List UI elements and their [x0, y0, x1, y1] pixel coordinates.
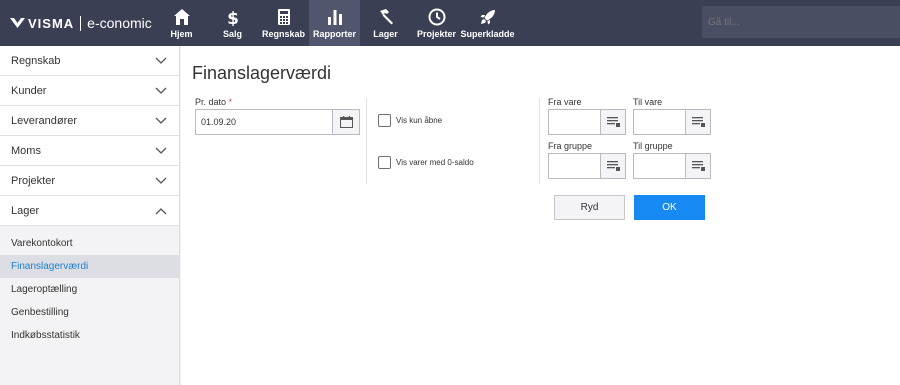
nav-label: Salg: [222, 29, 242, 39]
nav-label: Superkladde: [460, 29, 515, 39]
fra-gruppe-input[interactable]: [549, 154, 600, 178]
checkbox-label: Vis kun åbne: [396, 116, 443, 125]
til-vare-input[interactable]: [634, 110, 685, 134]
required-marker: *: [228, 97, 233, 107]
sidebar-item-finanslagervaerdi[interactable]: Finanslagerværdi: [0, 255, 179, 278]
hammer-icon: [379, 9, 393, 25]
lookup-button[interactable]: [600, 110, 625, 134]
sidebar-group-label: Kunder: [11, 84, 47, 97]
home-icon: [173, 9, 190, 25]
visma-logo-icon: VISMA: [10, 16, 74, 31]
list-lookup-icon: [606, 161, 620, 171]
date-field[interactable]: 01.09.20: [195, 109, 360, 135]
checkbox-vis-varer-0-saldo[interactable]: Vis varer med 0-saldo: [378, 156, 474, 169]
dollar-icon: $: [227, 9, 239, 26]
sidebar-group-projekter[interactable]: Projekter: [0, 166, 179, 196]
sidebar-group-moms[interactable]: Moms: [0, 136, 179, 166]
brand-logo[interactable]: VISMA e-conomic: [10, 12, 152, 34]
til-gruppe-label: Til gruppe: [633, 141, 673, 151]
nav-item-superkladde[interactable]: Superkladde: [460, 0, 515, 46]
fra-vare-input[interactable]: [549, 110, 600, 134]
sidebar-item-indkobsstatistik[interactable]: Indkøbsstatistik: [0, 324, 179, 347]
lookup-button[interactable]: [685, 154, 710, 178]
sidebar-group-label: Lager: [11, 204, 40, 217]
nav-item-salg[interactable]: $ Salg: [207, 0, 258, 46]
lookup-button[interactable]: [685, 110, 710, 134]
sidebar-item-genbestilling[interactable]: Genbestilling: [0, 301, 179, 324]
til-vare-lookup[interactable]: [633, 109, 711, 135]
divider: [539, 98, 540, 184]
checkbox[interactable]: [378, 156, 391, 169]
sidebar-group-lager[interactable]: Lager: [0, 196, 179, 226]
page-title: Finanslagerværdi: [192, 63, 332, 83]
chevron-down-icon: [155, 147, 167, 154]
checkbox[interactable]: [378, 114, 391, 127]
date-label-text: Pr. dato: [195, 97, 227, 107]
chevron-down-icon: [155, 117, 167, 124]
bar-chart-icon: [327, 10, 342, 25]
top-navigation-bar: VISMA e-conomic Hjem $ Salg Regnskab Rap…: [0, 0, 900, 46]
main-content: Finanslagerværdi Pr. dato * 01.09.20 Vis…: [181, 46, 900, 385]
til-vare-label: Til vare: [633, 97, 663, 107]
nav-label: Rapporter: [312, 29, 356, 39]
clock-icon: [428, 8, 445, 26]
rocket-icon: [480, 10, 495, 25]
ok-button[interactable]: OK: [634, 195, 705, 220]
sidebar-group-label: Moms: [11, 144, 41, 157]
chevron-up-icon: [155, 207, 167, 214]
product-name: e-conomic: [87, 15, 152, 31]
svg-text:$: $: [227, 9, 239, 26]
search-input[interactable]: [702, 6, 900, 38]
checkbox-vis-kun-abne[interactable]: Vis kun åbne: [378, 114, 442, 127]
nav-item-hjem[interactable]: Hjem: [156, 0, 207, 46]
sidebar-group-leverandorer[interactable]: Leverandører: [0, 106, 179, 136]
nav-label: Lager: [373, 29, 398, 39]
sidebar-group-label: Projekter: [11, 174, 56, 187]
checkbox-label: Vis varer med 0-saldo: [396, 158, 474, 167]
nav-item-lager[interactable]: Lager: [360, 0, 411, 46]
nav-label: Regnskab: [261, 29, 305, 39]
sidebar-item-lageroptaelling[interactable]: Lageroptælling: [0, 278, 179, 301]
chevron-down-icon: [155, 177, 167, 184]
lookup-button[interactable]: [600, 154, 625, 178]
sidebar-sub-menu: Varekontokort Finanslagerværdi Lageroptæ…: [0, 226, 179, 347]
fra-vare-label: Fra vare: [548, 97, 582, 107]
list-lookup-icon: [606, 117, 620, 127]
sidebar-item-varekontokort[interactable]: Varekontokort: [0, 232, 179, 255]
date-value[interactable]: 01.09.20: [196, 110, 332, 134]
nav-item-regnskab[interactable]: Regnskab: [258, 0, 309, 46]
brand-divider: [80, 15, 82, 31]
brand-name: VISMA: [28, 15, 75, 31]
date-label: Pr. dato *: [195, 97, 232, 107]
til-gruppe-lookup[interactable]: [633, 153, 711, 179]
sidebar-group-regnskab[interactable]: Regnskab: [0, 46, 179, 76]
chevron-down-icon: [155, 57, 167, 64]
list-lookup-icon: [691, 117, 705, 127]
sidebar: Regnskab Kunder Leverandører Moms Projek…: [0, 46, 180, 385]
reset-button[interactable]: Ryd: [554, 195, 625, 220]
divider: [366, 98, 367, 184]
chevron-down-icon: [155, 87, 167, 94]
sidebar-group-kunder[interactable]: Kunder: [0, 76, 179, 106]
calendar-button[interactable]: [332, 110, 359, 134]
nav-item-projekter[interactable]: Projekter: [411, 0, 462, 46]
nav-item-rapporter[interactable]: Rapporter: [309, 0, 360, 46]
calendar-icon: [339, 116, 353, 128]
til-gruppe-input[interactable]: [634, 154, 685, 178]
sidebar-group-label: Regnskab: [11, 54, 61, 67]
nav-label: Hjem: [170, 29, 193, 39]
main-nav: Hjem $ Salg Regnskab Rapporter Lager Pro…: [156, 0, 515, 46]
sidebar-group-label: Leverandører: [11, 114, 78, 127]
fra-vare-lookup[interactable]: [548, 109, 626, 135]
list-lookup-icon: [691, 161, 705, 171]
fra-gruppe-lookup[interactable]: [548, 153, 626, 179]
nav-label: Projekter: [416, 29, 457, 39]
calculator-icon: [277, 9, 290, 25]
fra-gruppe-label: Fra gruppe: [548, 141, 593, 151]
